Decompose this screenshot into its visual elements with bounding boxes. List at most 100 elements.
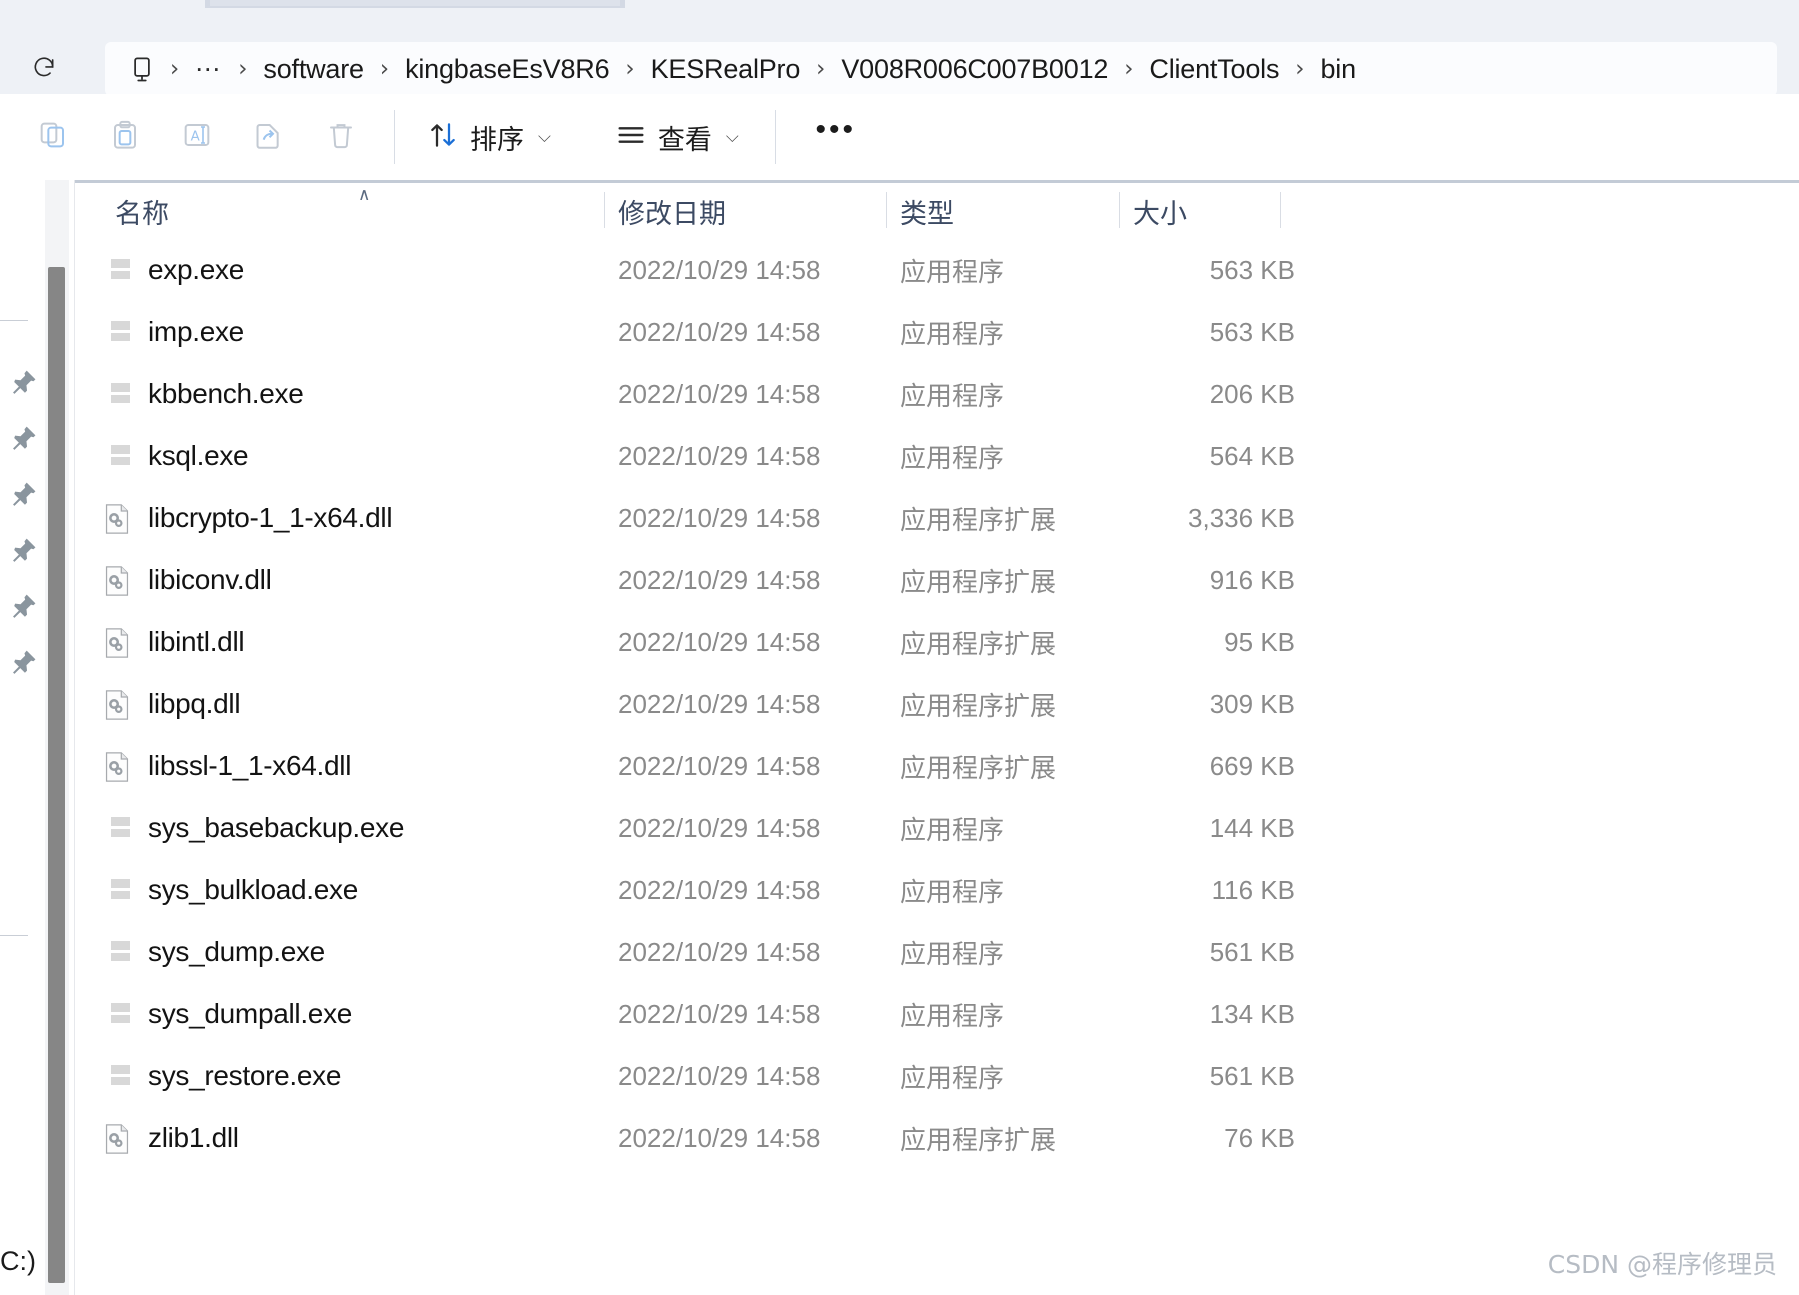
- this-pc-icon[interactable]: [123, 53, 161, 85]
- pin-icon[interactable]: [10, 648, 38, 676]
- column-header-type[interactable]: 类型: [900, 183, 1110, 239]
- column-divider: [886, 192, 887, 228]
- file-date-cell: 2022/10/29 14:58: [618, 255, 820, 286]
- file-type-cell: 应用程序扩展: [900, 686, 1056, 723]
- pin-icon[interactable]: [10, 480, 38, 508]
- file-date-cell: 2022/10/29 14:58: [618, 627, 820, 658]
- file-type-cell: 应用程序: [900, 934, 1004, 971]
- file-size-cell: 916 KB: [1115, 565, 1295, 596]
- sort-icon: [427, 119, 459, 156]
- file-name-cell[interactable]: zlib1.dll: [102, 1122, 642, 1154]
- more-options-button[interactable]: •••: [804, 109, 868, 165]
- nav-pane-scrollbar-thumb[interactable]: [48, 267, 65, 1283]
- breadcrumb-item-clienttools[interactable]: ClientTools: [1142, 51, 1286, 88]
- file-name-label: kbbench.exe: [148, 378, 304, 410]
- file-name-label: zlib1.dll: [148, 1122, 239, 1154]
- table-row[interactable]: exp.exe2022/10/29 14:58应用程序563 KB: [75, 239, 1799, 301]
- address-bar: › … › software › kingbaseEsV8R6 › KESRea…: [0, 22, 1799, 94]
- breadcrumb-overflow[interactable]: …: [188, 56, 229, 82]
- breadcrumb-separator: ›: [229, 58, 256, 81]
- table-row[interactable]: sys_dumpall.exe2022/10/29 14:58应用程序134 K…: [75, 983, 1799, 1045]
- kingbase-exe-icon: [102, 1061, 132, 1091]
- rename-button[interactable]: A: [166, 109, 228, 165]
- column-header-date[interactable]: 修改日期: [618, 183, 893, 239]
- table-row[interactable]: libcrypto-1_1-x64.dll2022/10/29 14:58应用程…: [75, 487, 1799, 549]
- nav-item-local-disk[interactable]: C:): [0, 1246, 36, 1277]
- file-type-cell: 应用程序: [900, 1058, 1004, 1095]
- file-name-cell[interactable]: libpq.dll: [102, 688, 642, 720]
- file-name-cell[interactable]: sys_bulkload.exe: [102, 874, 642, 906]
- table-row[interactable]: libpq.dll2022/10/29 14:58应用程序扩展309 KB: [75, 673, 1799, 735]
- file-name-cell[interactable]: libintl.dll: [102, 626, 642, 658]
- view-button[interactable]: 查看 ⌵: [601, 109, 753, 165]
- file-name-cell[interactable]: sys_dump.exe: [102, 936, 642, 968]
- share-button[interactable]: [238, 109, 300, 165]
- copy-icon: [37, 119, 69, 156]
- breadcrumb-item-bin[interactable]: bin: [1313, 51, 1362, 88]
- file-name-cell[interactable]: sys_restore.exe: [102, 1060, 642, 1092]
- pin-icon[interactable]: [10, 368, 38, 396]
- file-type-cell: 应用程序: [900, 314, 1004, 351]
- table-row[interactable]: libssl-1_1-x64.dll2022/10/29 14:58应用程序扩展…: [75, 735, 1799, 797]
- paste-icon: [109, 119, 141, 156]
- file-explorer-window: › … › software › kingbaseEsV8R6 › KESRea…: [0, 0, 1799, 1295]
- file-name-cell[interactable]: sys_basebackup.exe: [102, 812, 642, 844]
- nav-divider: [0, 935, 28, 936]
- table-row[interactable]: sys_dump.exe2022/10/29 14:58应用程序561 KB: [75, 921, 1799, 983]
- table-row[interactable]: sys_basebackup.exe2022/10/29 14:58应用程序14…: [75, 797, 1799, 859]
- file-type-cell: 应用程序: [900, 872, 1004, 909]
- breadcrumb-item-kesrealpro[interactable]: KESRealPro: [644, 51, 808, 88]
- pin-icon[interactable]: [10, 592, 38, 620]
- file-date-cell: 2022/10/29 14:58: [618, 999, 820, 1030]
- paste-button[interactable]: [94, 109, 156, 165]
- table-row[interactable]: sys_restore.exe2022/10/29 14:58应用程序561 K…: [75, 1045, 1799, 1107]
- file-name-label: sys_restore.exe: [148, 1060, 341, 1092]
- nav-divider: [0, 320, 28, 321]
- table-row[interactable]: libintl.dll2022/10/29 14:58应用程序扩展95 KB: [75, 611, 1799, 673]
- file-type-cell: 应用程序: [900, 996, 1004, 1033]
- column-header-size[interactable]: 大小: [1133, 183, 1303, 239]
- file-date-cell: 2022/10/29 14:58: [618, 937, 820, 968]
- file-name-cell[interactable]: libcrypto-1_1-x64.dll: [102, 502, 642, 534]
- file-name-cell[interactable]: imp.exe: [102, 316, 642, 348]
- file-size-cell: 116 KB: [1115, 875, 1295, 906]
- file-name-cell[interactable]: kbbench.exe: [102, 378, 642, 410]
- column-divider: [604, 192, 605, 228]
- table-row[interactable]: sys_bulkload.exe2022/10/29 14:58应用程序116 …: [75, 859, 1799, 921]
- table-row[interactable]: imp.exe2022/10/29 14:58应用程序563 KB: [75, 301, 1799, 363]
- file-name-label: imp.exe: [148, 316, 244, 348]
- sort-button[interactable]: 排序 ⌵: [413, 109, 565, 165]
- file-name-cell[interactable]: sys_dumpall.exe: [102, 998, 642, 1030]
- pin-icon[interactable]: [10, 536, 38, 564]
- kingbase-exe-icon: [102, 379, 132, 409]
- file-size-cell: 3,336 KB: [1115, 503, 1295, 534]
- breadcrumb-item-kingbaseesv8r6[interactable]: kingbaseEsV8R6: [398, 51, 616, 88]
- refresh-button[interactable]: [22, 48, 66, 92]
- copy-button[interactable]: [22, 109, 84, 165]
- table-row[interactable]: zlib1.dll2022/10/29 14:58应用程序扩展76 KB: [75, 1107, 1799, 1169]
- file-type-cell: 应用程序: [900, 810, 1004, 847]
- delete-button[interactable]: [310, 109, 372, 165]
- file-date-cell: 2022/10/29 14:58: [618, 813, 820, 844]
- command-bar: A: [0, 94, 1799, 180]
- breadcrumb-separator: ›: [161, 58, 188, 81]
- table-row[interactable]: libiconv.dll2022/10/29 14:58应用程序扩展916 KB: [75, 549, 1799, 611]
- file-name-cell[interactable]: libssl-1_1-x64.dll: [102, 750, 642, 782]
- pin-icon[interactable]: [10, 424, 38, 452]
- breadcrumb-bar[interactable]: › … › software › kingbaseEsV8R6 › KESRea…: [105, 42, 1777, 96]
- chevron-down-icon: ⌵: [538, 127, 551, 147]
- file-name-label: ksql.exe: [148, 440, 248, 472]
- breadcrumb-item-version[interactable]: V008R006C007B0012: [834, 51, 1115, 88]
- breadcrumb-item-software[interactable]: software: [256, 51, 370, 88]
- share-icon: [253, 119, 285, 156]
- table-row[interactable]: kbbench.exe2022/10/29 14:58应用程序206 KB: [75, 363, 1799, 425]
- file-date-cell: 2022/10/29 14:58: [618, 751, 820, 782]
- file-name-cell[interactable]: exp.exe: [102, 254, 642, 286]
- table-row[interactable]: ksql.exe2022/10/29 14:58应用程序564 KB: [75, 425, 1799, 487]
- dll-icon: [102, 503, 132, 533]
- file-size-cell: 564 KB: [1115, 441, 1295, 472]
- file-name-cell[interactable]: libiconv.dll: [102, 564, 642, 596]
- column-header-name[interactable]: 名称: [115, 183, 615, 239]
- file-name-cell[interactable]: ksql.exe: [102, 440, 642, 472]
- file-date-cell: 2022/10/29 14:58: [618, 503, 820, 534]
